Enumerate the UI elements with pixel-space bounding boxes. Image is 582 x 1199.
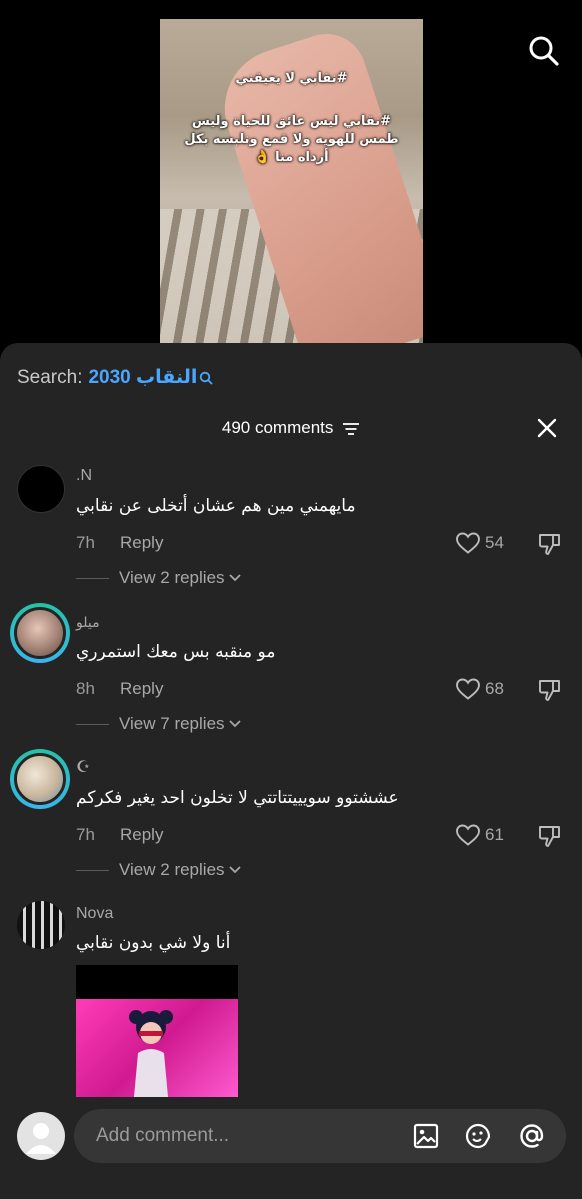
comments-sheet: Search: النقاب 2030 490 comments N. مايه…	[0, 343, 582, 1199]
comment-username[interactable]: ميلو	[76, 614, 100, 631]
heart-icon	[456, 678, 480, 700]
emoji-icon[interactable]	[464, 1122, 492, 1150]
comment-username[interactable]: N.	[76, 467, 92, 485]
comment-text: أنا ولا شي بدون نقابي	[76, 933, 231, 953]
video-caption-body: #نقابي ليس عائق للحياة وليس طمس للهويه و…	[184, 114, 399, 165]
filter-icon[interactable]	[342, 422, 360, 436]
search-icon[interactable]	[527, 34, 561, 68]
chevron-down-icon	[228, 574, 241, 582]
gif-character	[129, 1010, 173, 1097]
heart-icon	[456, 824, 480, 846]
comment-input[interactable]	[96, 1109, 396, 1163]
comment-username[interactable]: ☪︎	[76, 757, 90, 777]
comment-gif[interactable]	[76, 965, 238, 1097]
search-keyword-icon	[200, 371, 213, 384]
my-avatar[interactable]	[17, 1112, 65, 1160]
search-keyword[interactable]: النقاب 2030	[88, 366, 197, 389]
avatar[interactable]	[17, 901, 65, 949]
like-button[interactable]: 68	[455, 677, 504, 701]
reply-button[interactable]: Reply	[120, 533, 163, 553]
comment-time: 8h	[76, 679, 95, 698]
like-button[interactable]: 61	[455, 823, 504, 847]
replies-divider	[76, 723, 109, 725]
replies-divider	[76, 869, 109, 871]
reply-button[interactable]: Reply	[120, 679, 163, 699]
comment-username[interactable]: Nova	[76, 905, 113, 923]
view-replies-button[interactable]: View 7 replies	[76, 714, 241, 734]
like-count: 61	[485, 825, 504, 844]
view-replies-label: View 2 replies	[119, 860, 225, 879]
avatar[interactable]	[10, 749, 70, 809]
comment-input-box[interactable]	[74, 1109, 566, 1163]
search-label: Search:	[17, 366, 83, 388]
related-search[interactable]: Search: النقاب 2030	[17, 366, 213, 389]
default-avatar-icon	[26, 1123, 56, 1154]
reply-button[interactable]: Reply	[120, 825, 163, 845]
video-caption-title: #نقابي لا يعيقني	[235, 71, 348, 86]
close-icon[interactable]	[536, 417, 558, 439]
avatar[interactable]	[10, 603, 70, 663]
avatar[interactable]	[17, 465, 65, 513]
dislike-icon[interactable]	[537, 823, 563, 849]
comment-time: 7h	[76, 533, 95, 552]
comment-composer	[0, 1102, 582, 1199]
like-count: 54	[485, 533, 504, 552]
screen: #نقابي لا يعيقني #نقابي ليس عائق للحياة …	[0, 0, 582, 1199]
replies-divider	[76, 577, 109, 579]
comments-count: 490 comments	[221, 418, 334, 437]
mention-icon[interactable]	[518, 1122, 546, 1150]
dislike-icon[interactable]	[537, 677, 563, 703]
comment-text: مايهمني مين هم عشان أتخلى عن نقابي	[76, 496, 356, 516]
view-replies-label: View 2 replies	[119, 568, 225, 587]
like-button[interactable]: 54	[455, 531, 504, 555]
dislike-icon[interactable]	[537, 531, 563, 557]
view-replies-button[interactable]: View 2 replies	[76, 568, 241, 588]
chevron-down-icon	[228, 866, 241, 874]
comments-count-header: 490 comments	[0, 418, 582, 438]
view-replies-button[interactable]: View 2 replies	[76, 860, 241, 880]
image-icon[interactable]	[412, 1122, 440, 1150]
comment-text: عششتوو سويييتتاتتي لا تخلون احد يغير فكر…	[76, 788, 399, 808]
view-replies-label: View 7 replies	[119, 714, 225, 733]
comment-time: 7h	[76, 825, 95, 844]
comment-text: مو منقبه بس معك استمرري	[76, 642, 276, 662]
video-player[interactable]: #نقابي لا يعيقني #نقابي ليس عائق للحياة …	[160, 19, 423, 344]
heart-icon	[456, 532, 480, 554]
chevron-down-icon	[228, 720, 241, 728]
like-count: 68	[485, 679, 504, 698]
